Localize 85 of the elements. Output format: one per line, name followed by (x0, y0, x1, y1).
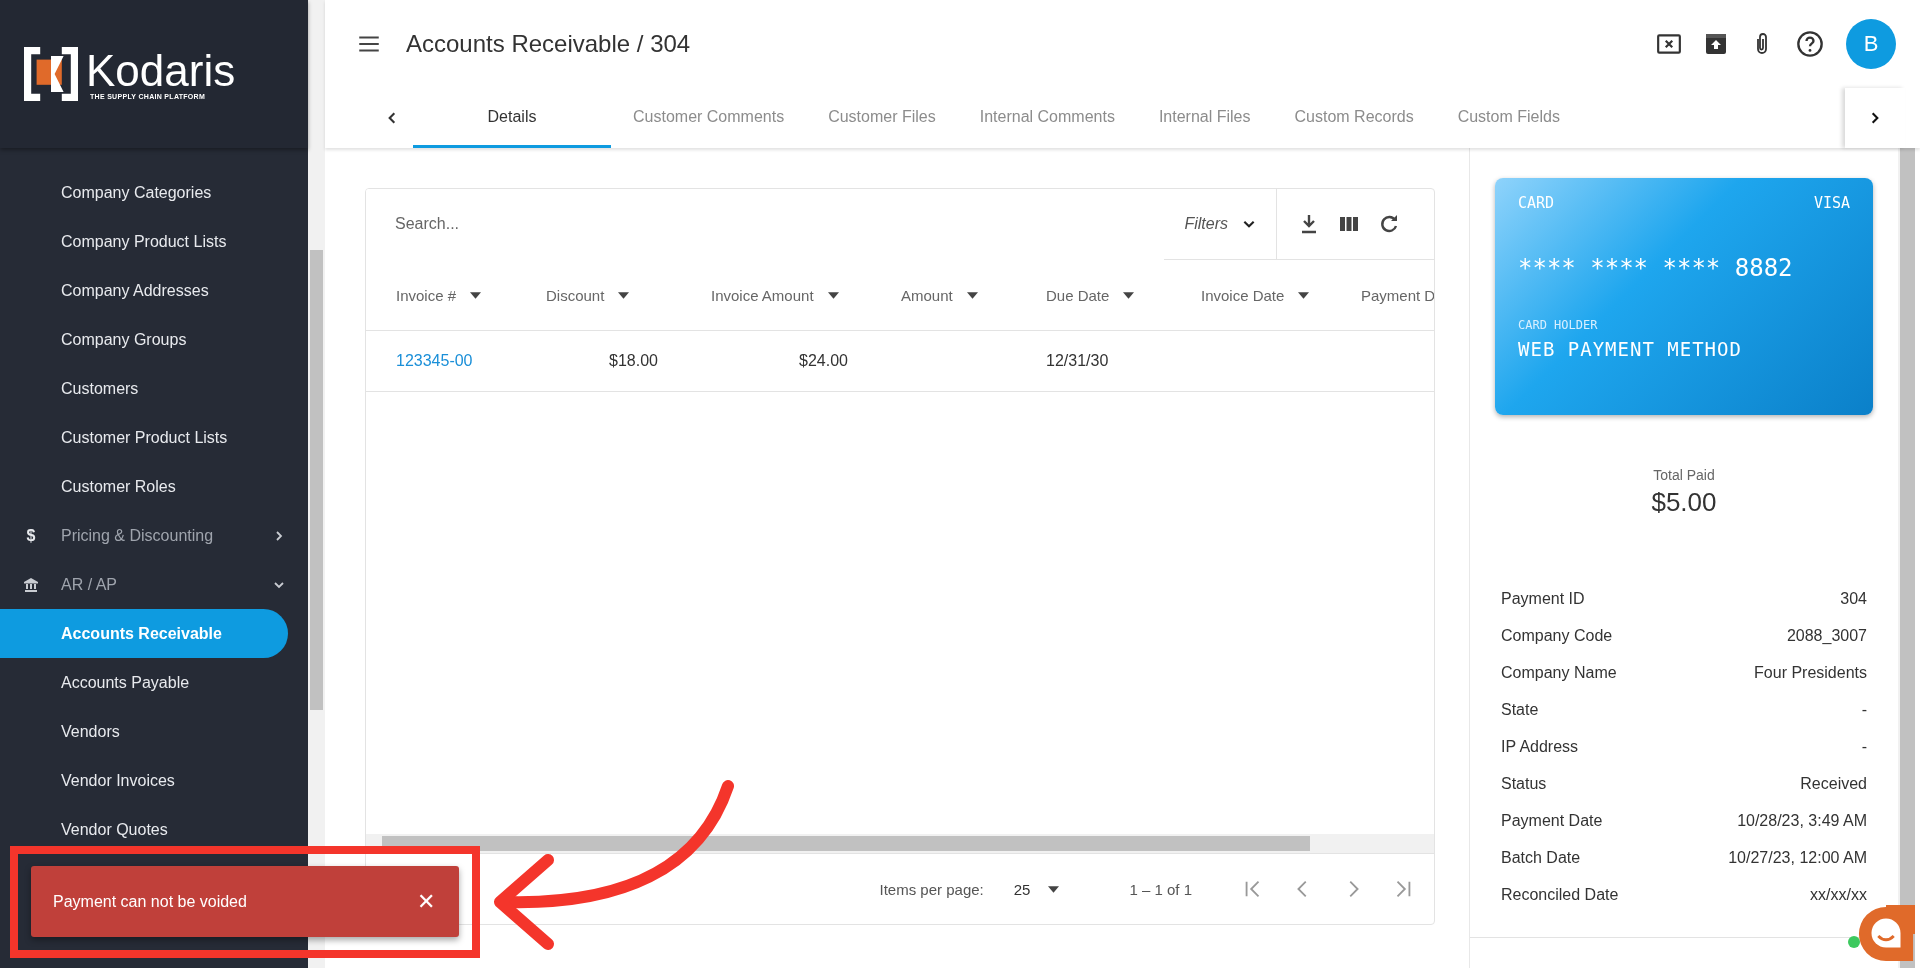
nav-item[interactable]: Company Categories (0, 168, 288, 217)
table-cell: $24.00 (799, 352, 848, 370)
column-header[interactable]: Due Date (1016, 260, 1171, 331)
card-holder-label: CARD HOLDER (1518, 318, 1599, 332)
detail-value: - (1861, 737, 1867, 756)
column-header[interactable]: Invoice # (366, 260, 516, 331)
nav-item[interactable]: Vendors (0, 707, 288, 756)
nav-item[interactable]: Customer Product Lists (0, 413, 288, 462)
table-cell: 12/31/30 (1046, 352, 1109, 370)
toast-message: Payment can not be voided (53, 892, 247, 911)
tab[interactable]: Customer Comments (611, 88, 807, 148)
detail-value: Received (1800, 774, 1867, 793)
page-title: Accounts Receivable / 304 (406, 30, 692, 58)
nav-item[interactable]: Accounts Receivable (0, 609, 288, 658)
scrollbar-thumb[interactable] (382, 836, 1310, 851)
card-type: CARD (1518, 194, 1555, 212)
sort-caret-icon (470, 291, 482, 299)
scrollbar-thumb[interactable] (310, 250, 323, 710)
sort-caret-icon (1123, 291, 1135, 299)
column-header[interactable]: Invoice Date (1171, 260, 1331, 331)
detail-value: 2088_3007 (1786, 626, 1867, 645)
sort-caret-icon (966, 291, 978, 299)
nav-item[interactable]: Vendor Quotes (0, 805, 288, 854)
detail-label: Status (1501, 774, 1547, 793)
sort-caret-icon (618, 291, 630, 299)
tab[interactable]: Custom Fields (1435, 88, 1582, 148)
dollar-icon: $ (23, 526, 39, 545)
logo-name: Kodaris (86, 48, 236, 93)
tab[interactable]: Custom Records (1272, 88, 1436, 148)
tab[interactable]: Internal Files (1136, 88, 1273, 148)
sort-caret-icon (827, 291, 839, 299)
detail-label: State (1501, 700, 1539, 719)
column-header[interactable]: Amount (871, 260, 1016, 331)
close-button[interactable]: ✕ (413, 884, 439, 919)
dropdown-caret-icon (1048, 885, 1060, 893)
column-header[interactable]: Invoice Amount (681, 260, 871, 331)
horizontal-scrollbar[interactable] (366, 834, 1434, 853)
nav-group-item[interactable]: Pricing & Discounting (61, 526, 251, 545)
detail-label: Company Name (1501, 663, 1617, 682)
scrollbar[interactable] (1898, 148, 1915, 968)
tab[interactable]: Internal Comments (957, 88, 1137, 148)
items-per-page-label: Items per page: (879, 880, 984, 898)
nav-item[interactable]: Company Addresses (0, 266, 288, 315)
detail-label: Reconciled Date (1501, 885, 1619, 904)
nav-item[interactable]: Accounts Payable (0, 658, 288, 707)
bank-icon (23, 576, 39, 593)
scrollbar[interactable] (308, 0, 325, 968)
detail-value: 10/28/23, 3:49 AM (1737, 811, 1867, 830)
filters-button[interactable]: Filters (1164, 189, 1277, 259)
nav-item[interactable]: Customer Roles (0, 462, 288, 511)
detail-label: IP Address (1501, 737, 1579, 756)
nav-item[interactable]: Company Groups (0, 315, 288, 364)
detail-value: xx/xx/xx (1810, 885, 1867, 904)
invoice-link[interactable]: 123345-00 (396, 352, 473, 370)
card-brand: VISA (1813, 194, 1850, 212)
column-header[interactable]: Discount (516, 260, 681, 331)
upload-icon[interactable] (1704, 32, 1728, 56)
detail-label: Company Code (1501, 626, 1613, 645)
nav-item[interactable]: Company Product Lists (0, 217, 288, 266)
search-field[interactable]: Search... (366, 189, 1165, 260)
close-box-icon[interactable] (1656, 31, 1682, 57)
detail-label: Payment Date (1501, 811, 1603, 830)
tab[interactable]: Customer Files (806, 88, 958, 148)
card-holder-name: WEB PAYMENT METHOD (1518, 338, 1743, 360)
page-size-select[interactable]: 25 (1007, 879, 1066, 899)
detail-value: 304 (1840, 589, 1867, 608)
sort-caret-icon (1298, 291, 1310, 299)
column-header[interactable]: Payment D (1331, 260, 1434, 331)
avatar-button[interactable]: B (1846, 19, 1896, 69)
nav-item[interactable]: Vendor Invoices (0, 756, 288, 805)
page-range: 1 – 1 of 1 (1129, 880, 1192, 898)
nav-item[interactable]: Customers (0, 364, 288, 413)
table-cell: $18.00 (609, 352, 658, 370)
detail-label: Batch Date (1501, 848, 1581, 867)
card-number: **** **** **** 8882 (1518, 254, 1794, 282)
help-icon[interactable] (1796, 30, 1824, 58)
detail-value: Four Presidents (1754, 663, 1867, 682)
logo-icon (24, 47, 78, 101)
nav-group-item[interactable]: AR / AP (61, 575, 251, 594)
detail-value: - (1861, 700, 1867, 719)
detail-label: Payment ID (1501, 589, 1585, 608)
detail-value: 10/27/23, 12:00 AM (1728, 848, 1867, 867)
total-value: $5.00 (1651, 487, 1717, 518)
total-label: Total Paid (1652, 467, 1716, 483)
chat-bubble-icon[interactable] (1857, 905, 1915, 963)
